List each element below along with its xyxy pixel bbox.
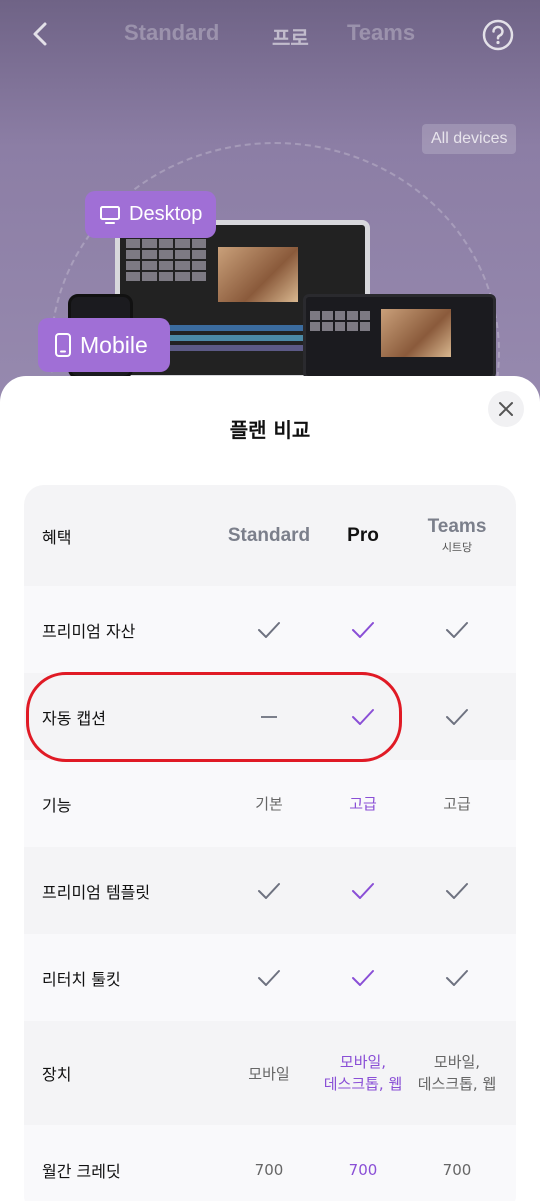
header-standard: Standard	[227, 524, 311, 546]
mobile-phone-icon	[55, 333, 71, 357]
mobile-pill: Mobile	[38, 318, 170, 372]
check-icon	[407, 586, 507, 673]
header-teams: Teams 시트당	[427, 515, 487, 554]
pro-value: 고급	[349, 795, 377, 813]
check-icon	[313, 586, 413, 673]
table-row: 장치 모바일 모바일, 데스크톱, 웹 모바일, 데스크톱, 웹	[24, 1021, 516, 1125]
desktop-label: Desktop	[129, 203, 203, 225]
question-circle-icon	[482, 19, 514, 51]
plan-compare-sheet: 플랜 비교 혜택 Standard Pro Teams 시트당 프리미엄 자산	[0, 376, 540, 1201]
tab-teams[interactable]: Teams	[347, 20, 415, 46]
table-row: 월간 크레딧 700 700 700	[24, 1125, 516, 1201]
tab-standard[interactable]: Standard	[124, 20, 219, 46]
tab-pro[interactable]: 프로	[272, 22, 309, 51]
check-icon	[219, 586, 319, 673]
table-row: 리터치 툴킷	[24, 934, 516, 1021]
close-icon	[499, 402, 513, 416]
teams-value: 고급	[443, 795, 471, 813]
sheet-title: 플랜 비교	[229, 418, 311, 442]
table-row: 기능 기본 고급 고급	[24, 760, 516, 847]
pro-value: 700	[348, 1161, 378, 1179]
pro-value: 모바일, 데스크톱, 웹	[323, 1053, 403, 1093]
all-devices-badge: All devices	[422, 124, 517, 154]
check-icon	[407, 673, 507, 760]
header-pro: Pro	[347, 524, 379, 546]
header-teams-sub: 시트당	[441, 540, 473, 554]
table-row: 프리미엄 템플릿	[24, 847, 516, 934]
top-bar: Standard 프로 Teams	[0, 0, 540, 70]
teams-value: 700	[442, 1161, 472, 1179]
close-button[interactable]	[488, 391, 524, 427]
highlight-annotation	[26, 672, 402, 762]
comparison-table: 혜택 Standard Pro Teams 시트당 프리미엄 자산 자동 캡션	[24, 485, 516, 1201]
back-button[interactable]	[24, 16, 60, 52]
standard-value: 기본	[255, 795, 283, 813]
help-button[interactable]	[481, 18, 515, 52]
monitor-illustration	[303, 294, 496, 379]
check-icon	[219, 934, 319, 1021]
header-benefit-label: 혜택	[42, 527, 72, 547]
teams-value: 모바일, 데스크톱, 웹	[417, 1053, 497, 1093]
table-header-row: 혜택 Standard Pro Teams 시트당	[24, 485, 516, 586]
mobile-label: Mobile	[80, 331, 148, 358]
check-icon	[313, 847, 413, 934]
desktop-icon	[100, 205, 120, 224]
check-icon	[407, 934, 507, 1021]
standard-value: 700	[254, 1161, 284, 1179]
standard-value: 모바일	[248, 1064, 290, 1083]
chevron-left-icon	[33, 22, 47, 46]
hero-banner: Standard 프로 Teams All devices Desktop Mo…	[0, 0, 540, 420]
check-icon	[407, 847, 507, 934]
check-icon	[313, 934, 413, 1021]
table-row: 프리미엄 자산	[24, 586, 516, 673]
desktop-pill: Desktop	[85, 191, 216, 238]
check-icon	[219, 847, 319, 934]
